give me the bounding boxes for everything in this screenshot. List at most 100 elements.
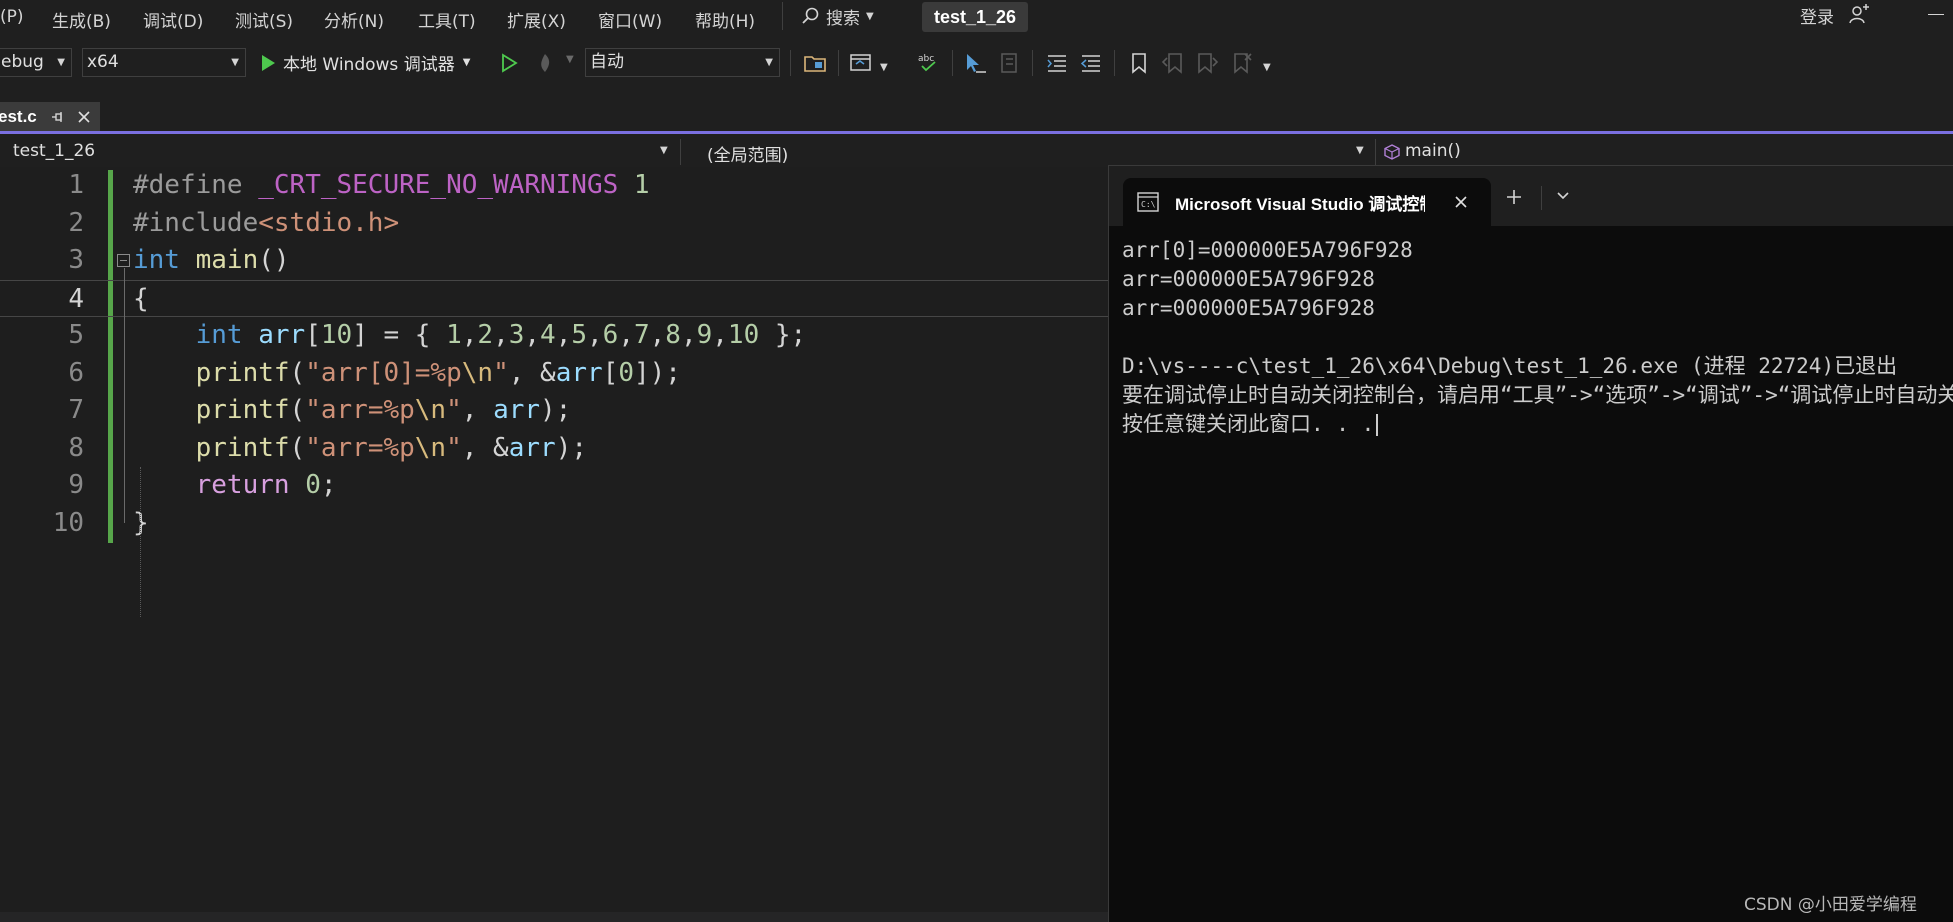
- member-dropdown[interactable]: main(): [1405, 141, 1461, 161]
- start-debugging-button[interactable]: 本地 Windows 调试器 ▼: [258, 48, 470, 77]
- clear-bookmarks-icon[interactable]: [1228, 50, 1254, 76]
- menu-build[interactable]: 生成(B): [52, 7, 111, 32]
- line-number: 9: [68, 470, 84, 500]
- toolbar-divider: [1032, 50, 1033, 76]
- scope-dropdown[interactable]: (全局范围): [707, 141, 788, 166]
- code-token: ,: [618, 320, 634, 350]
- toolbar-divider: [790, 50, 791, 76]
- code-token: 10: [320, 320, 353, 350]
- menu-extensions[interactable]: 扩展(X): [507, 7, 566, 32]
- minimize-button[interactable]: [1920, 0, 1953, 33]
- code-line[interactable]: 4{: [0, 279, 1108, 317]
- run-label: 本地 Windows 调试器: [283, 55, 455, 75]
- code-line[interactable]: 7 printf("arr=%p\n", arr);: [0, 392, 1108, 429]
- menu-test[interactable]: 测试(S): [235, 7, 293, 32]
- terminal-icon: C:\: [1137, 192, 1159, 212]
- search-icon: [802, 7, 819, 24]
- code-token: _CRT_SECURE_NO_WARNINGS: [258, 170, 619, 200]
- login-link[interactable]: 登录: [1800, 3, 1834, 28]
- code-token: \n: [414, 395, 447, 425]
- project-dropdown[interactable]: test_1_26: [13, 141, 95, 161]
- start-without-debugging-icon[interactable]: [496, 50, 522, 76]
- code-token: ;: [320, 470, 337, 500]
- code-token: \n: [414, 432, 447, 463]
- code-text: #define _CRT_SECURE_NO_WARNINGS 1: [133, 167, 650, 204]
- next-bookmark-icon[interactable]: [1194, 50, 1220, 76]
- svg-text:abc: abc: [918, 54, 934, 64]
- code-token: ": [446, 395, 462, 425]
- live-tree-icon[interactable]: [996, 50, 1022, 76]
- code-line[interactable]: 5 int arr[10] = { 1,2,3,4,5,6,7,8,9,10 }…: [0, 317, 1108, 354]
- code-token: printf: [195, 432, 290, 463]
- tab-label: est.c: [0, 107, 37, 126]
- code-token: arr: [493, 395, 541, 425]
- code-token: arr: [508, 432, 556, 463]
- code-token: ,: [587, 320, 603, 350]
- horizontal-scrollbar[interactable]: [0, 912, 1108, 922]
- svg-text:C:\: C:\: [1141, 200, 1156, 209]
- code-token: 1: [633, 170, 650, 200]
- menu-debug[interactable]: 调试(D): [143, 7, 203, 32]
- code-token: ,: [680, 320, 697, 350]
- chevron-down-icon[interactable]: ▼: [660, 145, 668, 156]
- code-line[interactable]: 9 return 0;: [0, 467, 1108, 504]
- code-line[interactable]: 3 int main(): [0, 242, 1108, 279]
- spell-check-icon[interactable]: abc: [916, 50, 942, 76]
- toolbar-overflow-icon[interactable]: ▼: [1263, 62, 1271, 73]
- hot-reload-icon[interactable]: [532, 50, 558, 76]
- text-cursor: [1376, 414, 1379, 436]
- chevron-down-icon: ▼: [462, 57, 471, 68]
- close-icon[interactable]: [1453, 194, 1469, 210]
- startup-mode-combo[interactable]: 自动 ▼: [585, 48, 780, 77]
- menu-window[interactable]: 窗口(W): [598, 7, 662, 32]
- menu-tools[interactable]: 工具(T): [418, 7, 476, 32]
- chevron-down-icon[interactable]: ▼: [566, 54, 574, 65]
- platform-combo[interactable]: x64 ▼: [82, 48, 246, 77]
- menu-project[interactable]: (P): [0, 7, 24, 27]
- chevron-down-icon[interactable]: [1555, 190, 1571, 202]
- collapse-icon[interactable]: [117, 254, 130, 267]
- outdent-icon[interactable]: [1078, 50, 1104, 76]
- line-number: 1: [68, 170, 84, 200]
- debug-console-window[interactable]: C:\ Microsoft Visual Studio 调试控制台 arr[0]…: [1108, 165, 1953, 922]
- line-number: 6: [68, 357, 84, 388]
- menu-analyze[interactable]: 分析(N): [324, 7, 384, 32]
- code-token: (): [258, 245, 290, 275]
- tab-test-c[interactable]: est.c: [0, 102, 100, 132]
- indent-icon[interactable]: [1044, 50, 1070, 76]
- code-line[interactable]: 6 printf("arr[0]=%p\n", &arr[0]);: [0, 355, 1108, 392]
- browser-icon[interactable]: [848, 50, 874, 76]
- code-line[interactable]: 2 #include<stdio.h>: [0, 205, 1108, 242]
- chevron-down-icon[interactable]: ▼: [880, 62, 888, 73]
- bookmark-icon[interactable]: [1126, 50, 1152, 76]
- code-line[interactable]: 10}: [0, 505, 1108, 542]
- document-tab-strip: est.c: [0, 86, 1953, 133]
- search-button[interactable]: 搜索 ▼: [800, 2, 874, 30]
- console-tab[interactable]: C:\ Microsoft Visual Studio 调试控制台: [1123, 178, 1491, 226]
- code-token: , &: [461, 432, 509, 463]
- code-editor[interactable]: 1 #define _CRT_SECURE_NO_WARNINGS 1 2 #incl…: [0, 167, 1108, 922]
- code-token: 9: [696, 320, 713, 350]
- line-number: 10: [52, 507, 84, 538]
- select-element-icon[interactable]: [962, 50, 988, 76]
- add-tab-icon[interactable]: [1505, 188, 1523, 206]
- nav-divider: [1375, 139, 1376, 165]
- previous-bookmark-icon[interactable]: [1160, 50, 1186, 76]
- configuration-combo[interactable]: ebug ▼: [0, 48, 72, 77]
- pin-icon[interactable]: [50, 110, 64, 124]
- folder-icon[interactable]: [802, 50, 828, 76]
- code-line[interactable]: 8 printf("arr=%p\n", &arr);: [0, 430, 1108, 467]
- chevron-down-icon[interactable]: ▼: [1356, 145, 1364, 156]
- code-token: (: [289, 432, 306, 463]
- account-icon[interactable]: [1848, 4, 1870, 26]
- close-icon[interactable]: [76, 109, 92, 125]
- code-line[interactable]: 1 #define _CRT_SECURE_NO_WARNINGS 1: [0, 167, 1108, 204]
- code-token: 8: [665, 320, 681, 350]
- watermark: CSDN @小田爱学编程: [1744, 895, 1917, 915]
- menu-help[interactable]: 帮助(H): [695, 7, 755, 32]
- console-line: arr=000000E5A796F928: [1122, 267, 1375, 291]
- code-token: printf: [195, 395, 290, 425]
- code-token: ,: [524, 320, 541, 350]
